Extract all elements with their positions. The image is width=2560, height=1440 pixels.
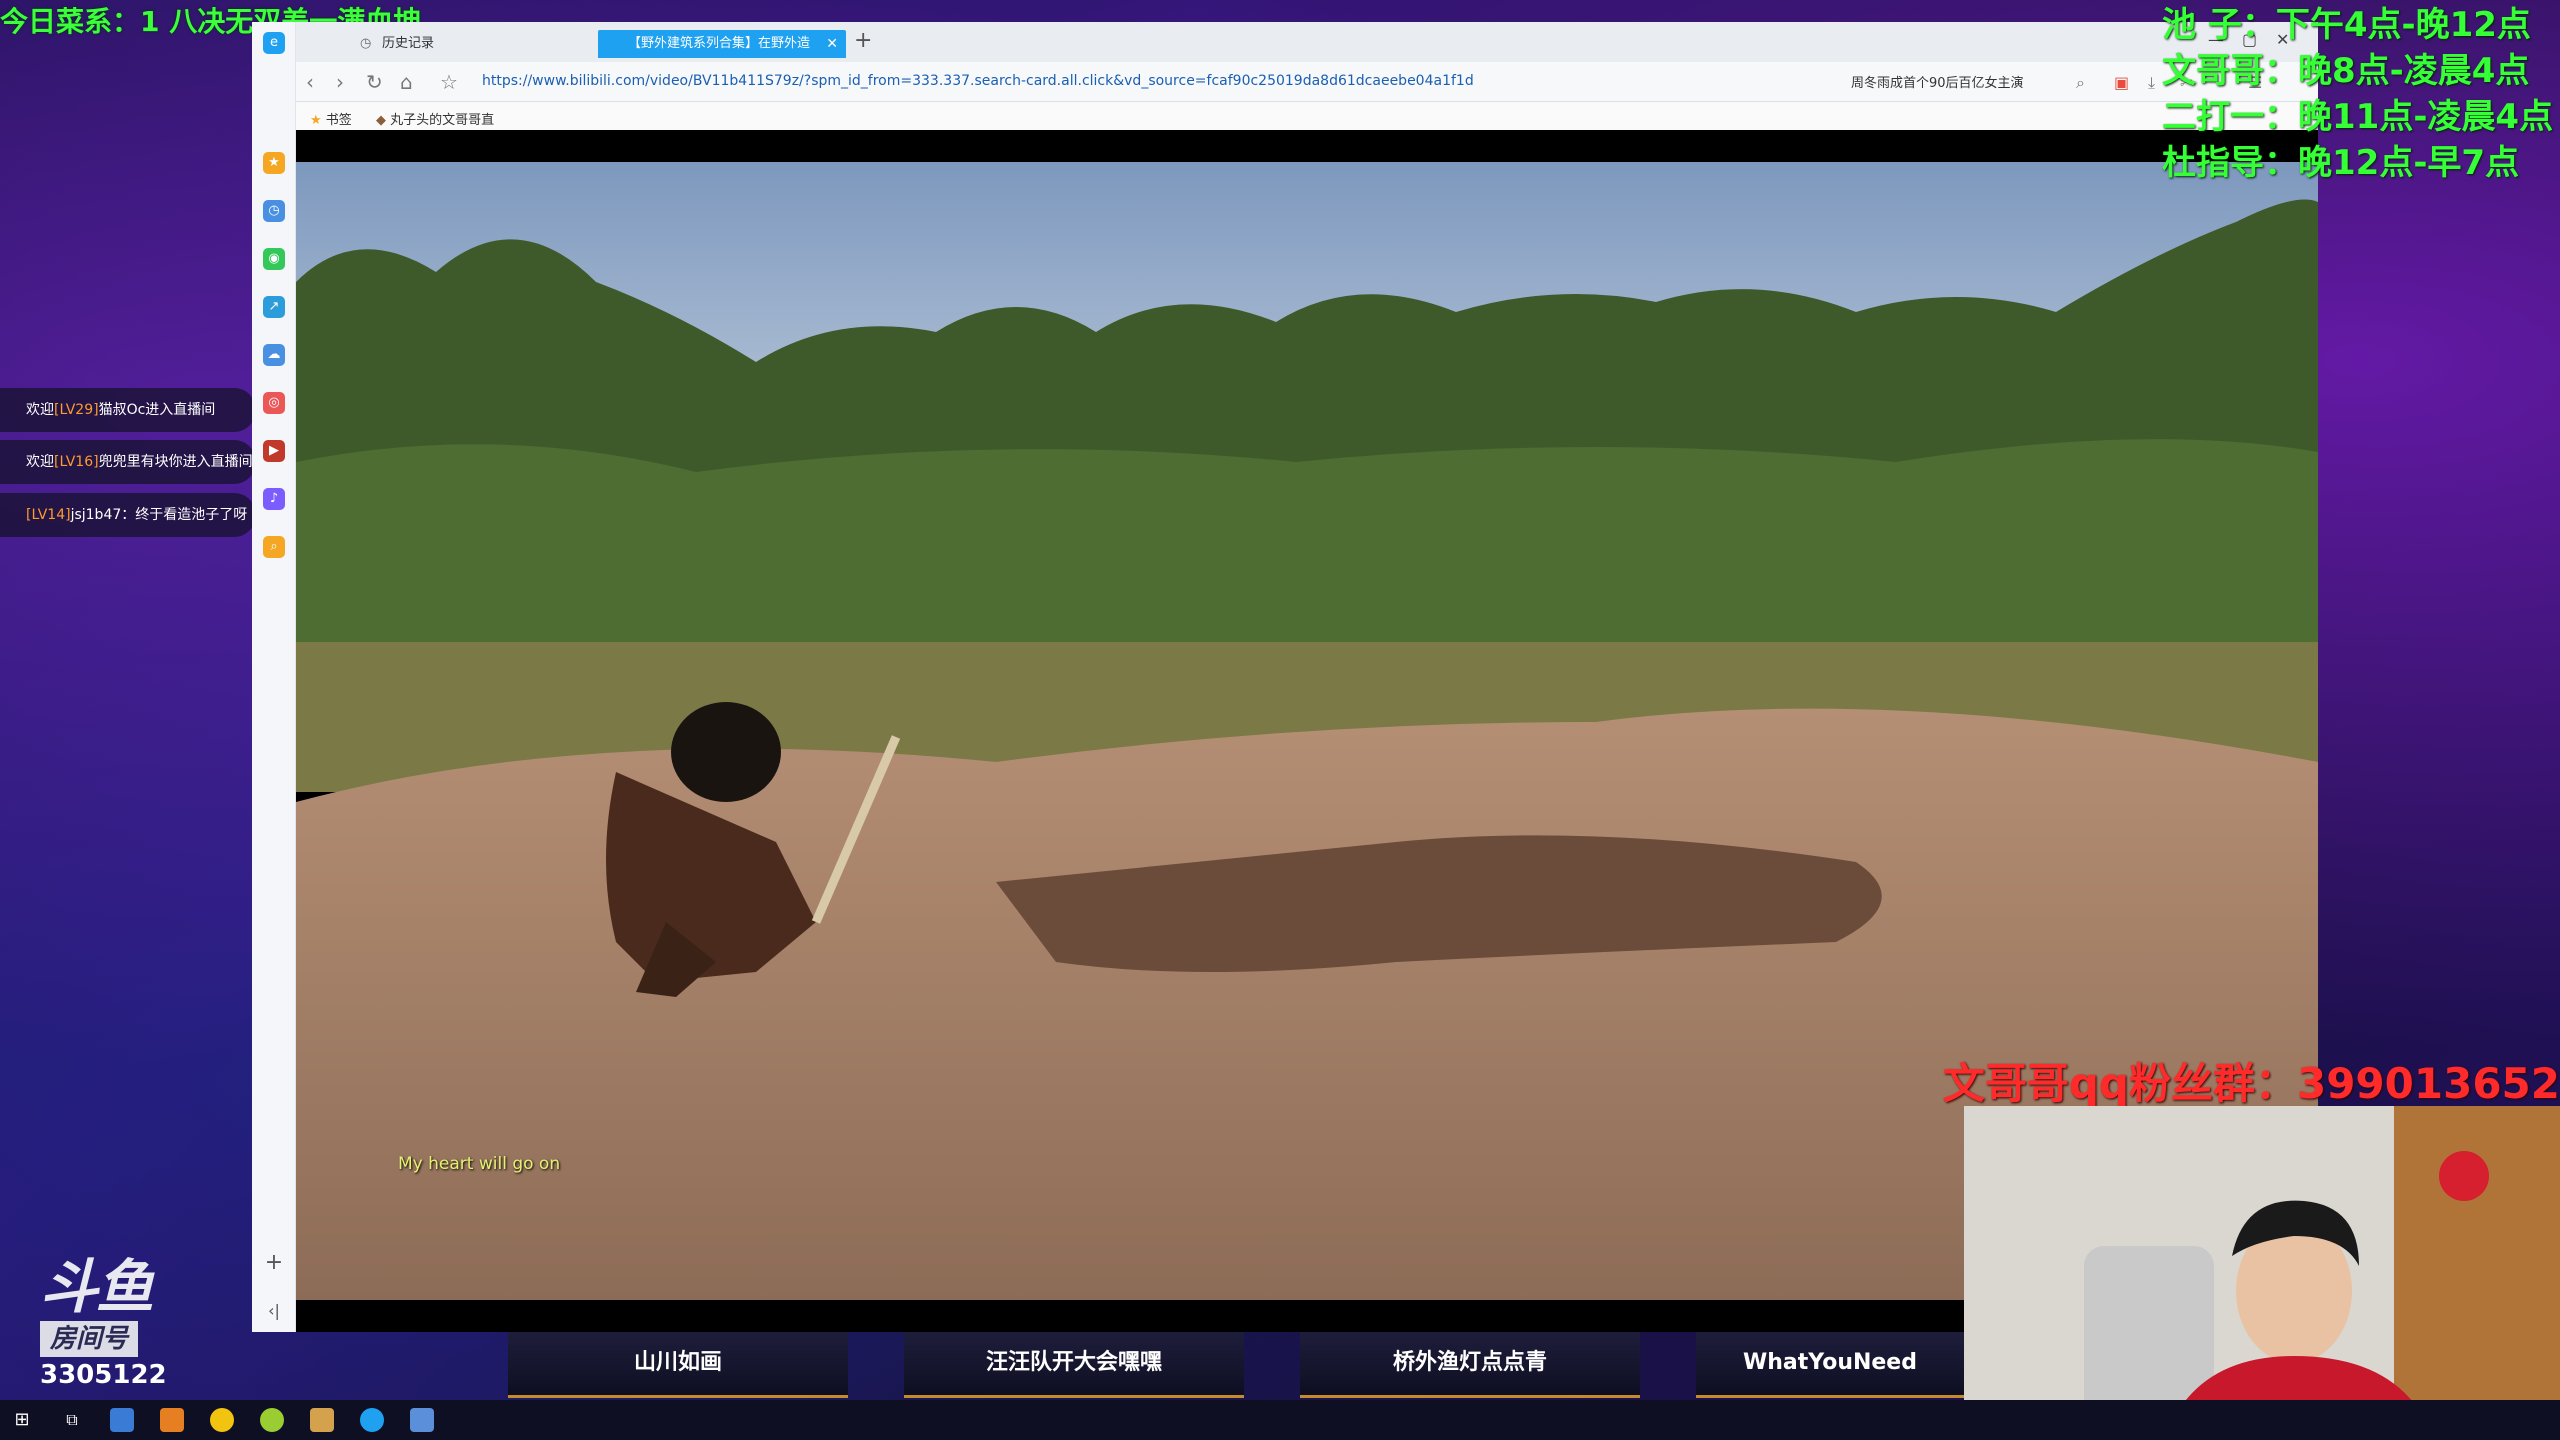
- banner-item: 桥外渔灯点点青: [1300, 1332, 1640, 1398]
- tab-bar: ◷ 历史记录 【野外建筑系列合集】在野外造 ✕ + — ▢ ✕: [296, 22, 2318, 62]
- history-icon[interactable]: ◷: [263, 200, 285, 222]
- chat-message: [LV14]jsj1b47：终于看造池子了呀: [0, 493, 256, 537]
- back-icon[interactable]: ‹: [306, 70, 314, 94]
- webcam-image: [1964, 1106, 2560, 1440]
- reload-icon[interactable]: ↻: [366, 70, 383, 94]
- room-number: 3305122: [40, 1360, 167, 1390]
- browser-sidebar: e ★ ◷ ◉ ↗ ☁ ◎ ▶ ♪ ⌕ + ‹|: [252, 22, 296, 1332]
- home-icon[interactable]: ⌂: [400, 70, 413, 94]
- taskbar-app-icon[interactable]: [260, 1408, 284, 1432]
- webcam-view: [1964, 1106, 2560, 1440]
- taskbar-app-icon[interactable]: [210, 1408, 234, 1432]
- video-subtitle: My heart will go on: [398, 1154, 561, 1174]
- taskbar: ⊞ ⧉: [0, 1400, 2560, 1440]
- bottom-banner: 山川如画 汪汪队开大会嘿嘿 桥外渔灯点点青 WhatYouNeed: [508, 1332, 1964, 1400]
- bookmark-label: 书签: [325, 113, 352, 128]
- weibo-icon[interactable]: ◎: [263, 392, 285, 414]
- collapse-sidebar-icon[interactable]: ‹|: [263, 1300, 285, 1322]
- taskbar-app-icon[interactable]: [160, 1408, 184, 1432]
- task-view-icon[interactable]: ⧉: [60, 1408, 84, 1432]
- clock-icon: ◷: [360, 36, 372, 51]
- banner-item: 山川如画: [508, 1332, 848, 1398]
- tab-history-label: 历史记录: [382, 36, 435, 51]
- schedule-line: 池 子：下午4点-晚12点: [2162, 5, 2531, 45]
- download-icon[interactable]: ⤓: [2148, 73, 2155, 93]
- new-tab-icon[interactable]: +: [854, 28, 872, 53]
- search-suggestion[interactable]: 周冬雨成首个90后百亿女主演: [1851, 72, 2024, 91]
- douyu-logo: 斗鱼 房间号 3305122: [40, 1255, 180, 1395]
- add-icon[interactable]: +: [263, 1252, 285, 1274]
- address-bar: ‹ › ↻ ⌂ ☆ https://www.bilibili.com/video…: [296, 62, 2318, 102]
- favorites-icon[interactable]: ★: [263, 152, 285, 174]
- share-icon[interactable]: ↗: [263, 296, 285, 318]
- tab-history[interactable]: ◷ 历史记录: [348, 30, 578, 58]
- schedule-overlay: 池 子：下午4点-晚12点 文哥哥：晚8点-凌晨4点 二打一：晚11点-凌晨4点…: [2162, 2, 2554, 186]
- tab-video[interactable]: 【野外建筑系列合集】在野外造 ✕: [598, 30, 846, 58]
- banner-item: 汪汪队开大会嘿嘿: [904, 1332, 1244, 1398]
- forward-icon[interactable]: ›: [336, 70, 344, 94]
- bookmark-label: 丸子头的文哥哥直: [390, 113, 495, 128]
- start-icon[interactable]: ⊞: [10, 1408, 34, 1432]
- schedule-line: 杜指导：晚12点-早7点: [2162, 143, 2520, 183]
- extension-icon[interactable]: ▣: [2114, 73, 2129, 92]
- close-tab-icon[interactable]: ✕: [826, 30, 838, 58]
- schedule-line: 文哥哥：晚8点-凌晨4点: [2162, 51, 2530, 91]
- taskbar-app-icon[interactable]: [110, 1408, 134, 1432]
- taskbar-app-icon[interactable]: [410, 1408, 434, 1432]
- search-icon[interactable]: ⌕: [2076, 73, 2085, 93]
- cloud-icon[interactable]: ☁: [263, 344, 285, 366]
- chat-message: 欢迎[LV29]猫叔Oc进入直播间: [0, 388, 256, 432]
- taskbar-app-icon[interactable]: [310, 1408, 334, 1432]
- browser-logo-icon[interactable]: e: [263, 32, 285, 54]
- room-label: 房间号: [40, 1321, 139, 1357]
- app-icon[interactable]: ♪: [263, 488, 285, 510]
- wechat-icon[interactable]: ◉: [263, 248, 285, 270]
- bookmark-favicon-icon: ◆: [376, 113, 386, 128]
- bookmark-star-icon[interactable]: ☆: [440, 70, 458, 94]
- chat-panel: 欢迎[LV29]猫叔Oc进入直播间 欢迎[LV16]兜兜里有块你进入直播间 [L…: [0, 388, 256, 548]
- search-tool-icon[interactable]: ⌕: [263, 536, 285, 558]
- bookmark-item[interactable]: ◆ 丸子头的文哥哥直: [376, 109, 494, 128]
- douyu-logo-mark: 斗鱼: [40, 1253, 154, 1321]
- banner-item: WhatYouNeed: [1696, 1332, 1964, 1398]
- tab-video-label: 【野外建筑系列合集】在野外造: [628, 36, 811, 51]
- bookmark-item[interactable]: ★ 书签: [310, 109, 352, 128]
- video-icon[interactable]: ▶: [263, 440, 285, 462]
- qq-group-text: 文哥哥qq粉丝群：399013652: [1942, 1059, 2560, 1108]
- taskbar-browser-icon[interactable]: [360, 1408, 384, 1432]
- url-field[interactable]: https://www.bilibili.com/video/BV11b411S…: [482, 73, 1474, 89]
- chat-message: 欢迎[LV16]兜兜里有块你进入直播间: [0, 440, 256, 484]
- star-icon: ★: [310, 113, 322, 128]
- schedule-line: 二打一：晚11点-凌晨4点: [2162, 97, 2554, 137]
